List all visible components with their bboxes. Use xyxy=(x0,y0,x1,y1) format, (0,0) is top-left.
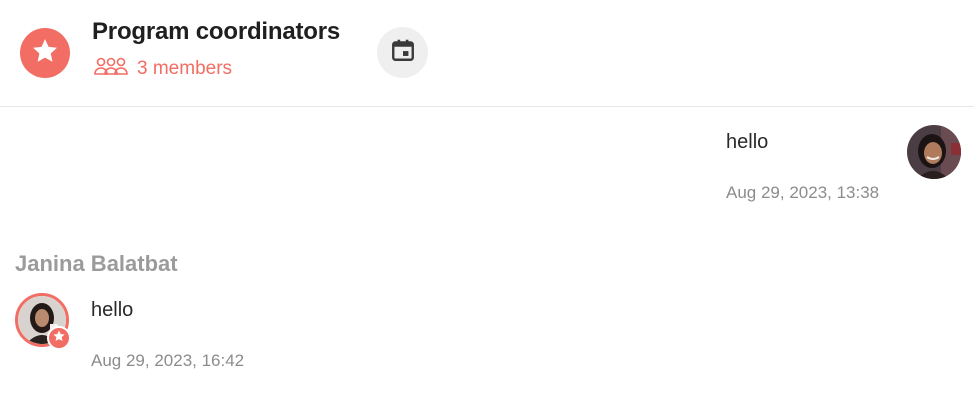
sender-badge xyxy=(47,326,71,350)
message-timestamp: Aug 29, 2023, 13:38 xyxy=(726,183,880,202)
sender-name: Janina Balatbat xyxy=(15,251,178,276)
message-text: hello xyxy=(91,299,134,321)
message-timestamp: Aug 29, 2023, 16:42 xyxy=(91,351,245,370)
members-label: 3 members xyxy=(137,58,233,79)
user-avatar[interactable] xyxy=(907,125,961,179)
message-text: hello xyxy=(726,131,769,153)
chat-header: Program coordinators 3 members xyxy=(0,0,974,107)
star-icon xyxy=(52,329,66,348)
calendar-button[interactable] xyxy=(377,27,428,78)
star-icon xyxy=(30,36,60,71)
people-icon xyxy=(93,56,137,82)
group-avatar[interactable] xyxy=(20,28,70,78)
members-count[interactable]: 3 members xyxy=(93,56,232,82)
calendar-icon xyxy=(390,37,416,68)
group-title: Program coordinators xyxy=(92,18,341,45)
